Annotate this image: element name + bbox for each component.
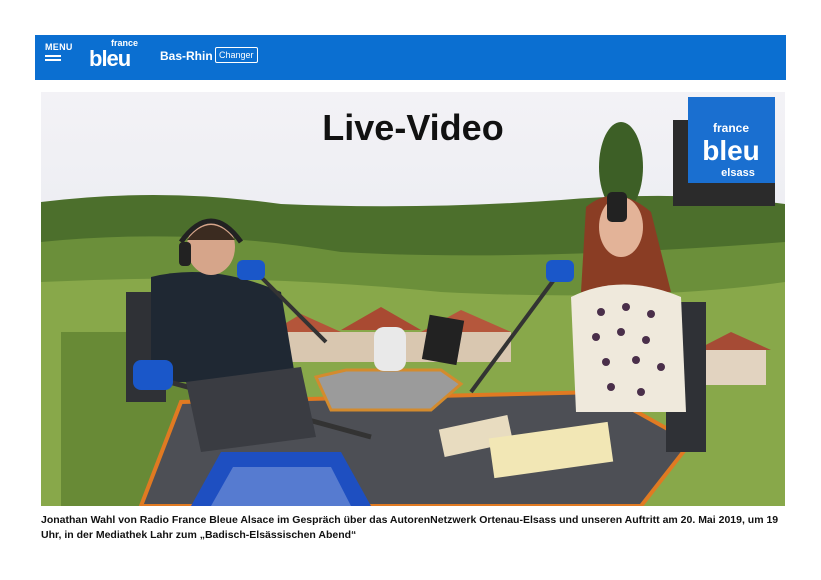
studio-logo-bottom: elsass [721, 167, 755, 179]
microphone-icon [237, 260, 265, 280]
site-header: MENU france bleu Bas-Rhin Changer [35, 35, 786, 80]
studio-scene: france bleu elsass [41, 92, 785, 506]
hamburger-icon [45, 55, 61, 57]
menu-button[interactable]: MENU [45, 42, 73, 72]
image-caption: Jonathan Wahl von Radio France Bleue Als… [41, 514, 779, 541]
menu-label: MENU [45, 42, 73, 52]
change-region-button[interactable]: Changer [215, 47, 258, 63]
france-bleu-logo[interactable]: france bleu [89, 39, 138, 70]
region-name: Bas-Rhin [160, 49, 213, 63]
live-video-frame[interactable]: france bleu elsass Live-Video [41, 92, 785, 506]
logo-bleu-text: bleu [89, 46, 131, 71]
live-video-title: Live-Video [322, 107, 504, 148]
